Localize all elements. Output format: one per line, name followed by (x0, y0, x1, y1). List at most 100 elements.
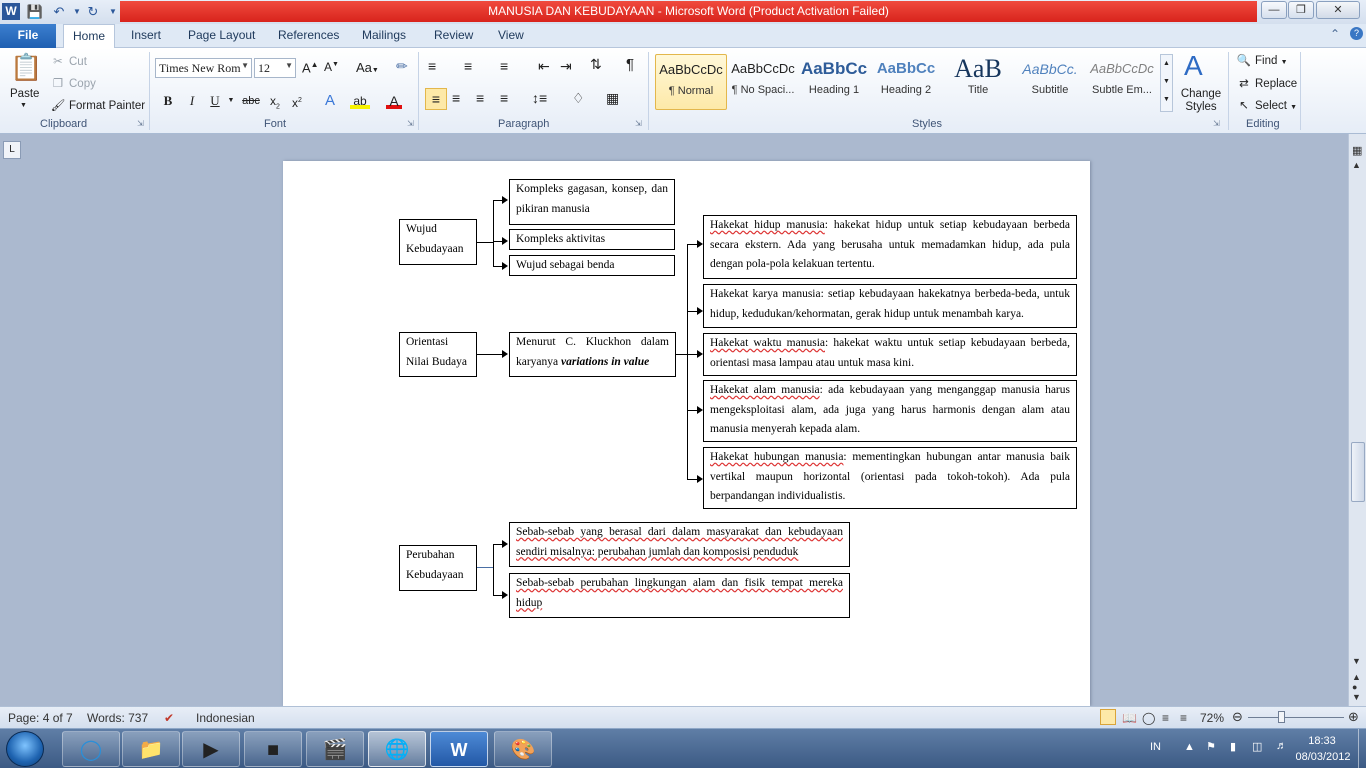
tab-home[interactable]: Home (63, 24, 115, 49)
change-styles-icon[interactable]: A (1184, 50, 1203, 82)
minimize-button[interactable]: — (1261, 1, 1287, 19)
paste-dropdown-icon[interactable]: ▼ (20, 102, 27, 109)
align-left-button[interactable]: ≡ (425, 88, 447, 110)
document-page[interactable]: Wujud Kebudayaan Kompleks gagasan, konse… (283, 161, 1090, 706)
proofing-icon[interactable]: ✔ (164, 711, 174, 725)
action-center-icon[interactable]: ⚑ (1206, 740, 1216, 753)
globe-app-icon[interactable]: 🌐 (368, 731, 426, 767)
paint-icon[interactable]: 🎨 (494, 731, 552, 767)
word-count[interactable]: Words: 737 (87, 711, 148, 725)
font-size-select[interactable]: 12 ▼ (254, 58, 296, 78)
full-screen-reading-icon[interactable]: 📖 (1122, 711, 1137, 725)
tab-page-layout[interactable]: Page Layout (188, 28, 255, 42)
network-icon[interactable]: ◫ (1252, 740, 1262, 753)
previous-page-icon[interactable]: ▲ (1352, 672, 1361, 682)
decrease-indent-icon[interactable]: ⇤ (538, 58, 550, 75)
show-desktop-button[interactable] (1358, 729, 1366, 768)
font-launcher-icon[interactable]: ⇲ (407, 119, 414, 128)
highlight-color-icon[interactable]: ab (350, 91, 370, 109)
strikethrough-button[interactable]: abc (240, 91, 262, 111)
redo-icon[interactable]: ↻ (84, 3, 102, 20)
next-page-icon[interactable]: ▼ (1352, 692, 1361, 702)
superscript-button[interactable]: x2 (288, 91, 306, 111)
movie-maker-icon[interactable]: 🎬 (306, 731, 364, 767)
cut-button[interactable]: ✂ Cut (50, 54, 87, 68)
show-hidden-icons-icon[interactable]: ▲ (1184, 741, 1195, 753)
scroll-down-icon[interactable]: ▼ (1352, 656, 1361, 666)
find-button[interactable]: 🔍 Find ▼ (1236, 53, 1288, 67)
print-layout-icon[interactable] (1100, 709, 1116, 725)
paste-icon[interactable]: 📋 (10, 52, 42, 83)
scrollbar-thumb[interactable] (1351, 442, 1365, 502)
zoom-in-icon[interactable]: ⊕ (1348, 709, 1359, 725)
tab-file[interactable]: File (0, 24, 56, 48)
align-center-button[interactable]: ≡ (452, 90, 460, 106)
font-family-select[interactable]: Times New Rom ▼ (155, 58, 252, 78)
close-button[interactable]: ✕ (1316, 1, 1360, 19)
style-normal[interactable]: AaBbCcDc ¶ Normal (655, 54, 727, 110)
show-formatting-icon[interactable]: ¶ (626, 56, 634, 73)
style-heading-1[interactable]: AaBbCc Heading 1 (798, 54, 870, 110)
align-right-button[interactable]: ≡ (476, 90, 484, 106)
zoom-out-icon[interactable]: ⊖ (1232, 709, 1243, 725)
tab-references[interactable]: References (278, 28, 339, 42)
bold-button[interactable]: B (160, 91, 176, 111)
multilevel-list-icon[interactable]: ≡ (500, 58, 508, 74)
subscript-button[interactable]: x2 (266, 91, 284, 111)
zoom-slider-thumb[interactable] (1278, 711, 1285, 723)
replace-button[interactable]: ⇄ Replace (1236, 76, 1297, 90)
text-effects-icon[interactable]: A (320, 91, 340, 111)
style-no-spacing[interactable]: AaBbCcDc ¶ No Spaci... (727, 54, 799, 110)
font-color-icon[interactable]: A (386, 91, 402, 109)
borders-icon[interactable]: ▦ (606, 90, 619, 107)
battery-icon[interactable]: ▮ (1230, 740, 1236, 753)
bullets-icon[interactable]: ≡ (428, 58, 436, 74)
ruler-toggle-icon[interactable]: ▦ (1352, 144, 1362, 157)
restore-button[interactable]: ❐ (1288, 1, 1314, 19)
page-count[interactable]: Page: 4 of 7 (8, 711, 73, 725)
tab-mailings[interactable]: Mailings (362, 28, 406, 42)
styles-launcher-icon[interactable]: ⇲ (1213, 119, 1220, 128)
outline-icon[interactable]: ≡ (1162, 711, 1169, 725)
style-subtle-emphasis[interactable]: AaBbCcDc Subtle Em... (1086, 54, 1158, 110)
language[interactable]: Indonesian (196, 711, 255, 725)
help-icon[interactable]: ? (1350, 27, 1363, 40)
format-painter-button[interactable]: 🖌 Format Painter (50, 98, 145, 112)
change-styles-button[interactable]: Change Styles (1178, 88, 1224, 114)
zoom-slider[interactable] (1248, 717, 1344, 718)
grow-font-icon[interactable]: A▲ (302, 60, 319, 75)
clipboard-launcher-icon[interactable]: ⇲ (137, 119, 144, 128)
styles-scroll[interactable]: ▲ ▼ ▼ (1160, 54, 1173, 112)
paste-button[interactable]: Paste (10, 88, 39, 100)
shading-icon[interactable]: ♢ (572, 90, 585, 107)
line-spacing-icon[interactable]: ↕≡ (532, 90, 547, 106)
underline-button[interactable]: U (207, 91, 223, 111)
volume-icon[interactable]: ♬ (1276, 740, 1287, 752)
sort-icon[interactable]: ⇅ (590, 56, 602, 73)
word-app-icon[interactable]: W (2, 3, 20, 20)
tab-view[interactable]: View (498, 28, 524, 42)
draft-icon[interactable]: ≡ (1180, 711, 1187, 725)
word-taskbar-icon[interactable]: W (430, 731, 488, 767)
shrink-font-icon[interactable]: A▼ (324, 60, 339, 74)
copy-button[interactable]: ❐ Copy (50, 76, 96, 90)
media-player-icon[interactable]: ▶ (182, 731, 240, 767)
justify-button[interactable]: ≡ (500, 90, 508, 106)
undo-icon[interactable]: ↶ (50, 3, 68, 20)
underline-dropdown-icon[interactable]: ▼ (226, 91, 236, 111)
start-button[interactable] (6, 731, 44, 767)
select-button[interactable]: ↖ Select ▼ (1236, 98, 1297, 112)
zoom-level[interactable]: 72% (1200, 711, 1224, 725)
internet-explorer-icon[interactable]: ◯ (62, 731, 120, 767)
vertical-scrollbar[interactable]: ▦ ▲ ▼ ▲ ● ▼ (1348, 134, 1366, 706)
save-icon[interactable]: 💾 (26, 3, 44, 20)
explorer-icon[interactable]: 📁 (122, 731, 180, 767)
clock-time[interactable]: 18:33 (1302, 735, 1342, 747)
tab-review[interactable]: Review (434, 28, 473, 42)
style-heading-2[interactable]: AaBbCc Heading 2 (870, 54, 942, 110)
clock-date[interactable]: 08/03/2012 (1288, 751, 1358, 763)
input-language[interactable]: IN (1150, 741, 1161, 753)
ribbon-minimize-icon[interactable]: ⌃ (1330, 27, 1340, 41)
numbering-icon[interactable]: ≡ (464, 58, 472, 74)
paragraph-launcher-icon[interactable]: ⇲ (635, 119, 642, 128)
